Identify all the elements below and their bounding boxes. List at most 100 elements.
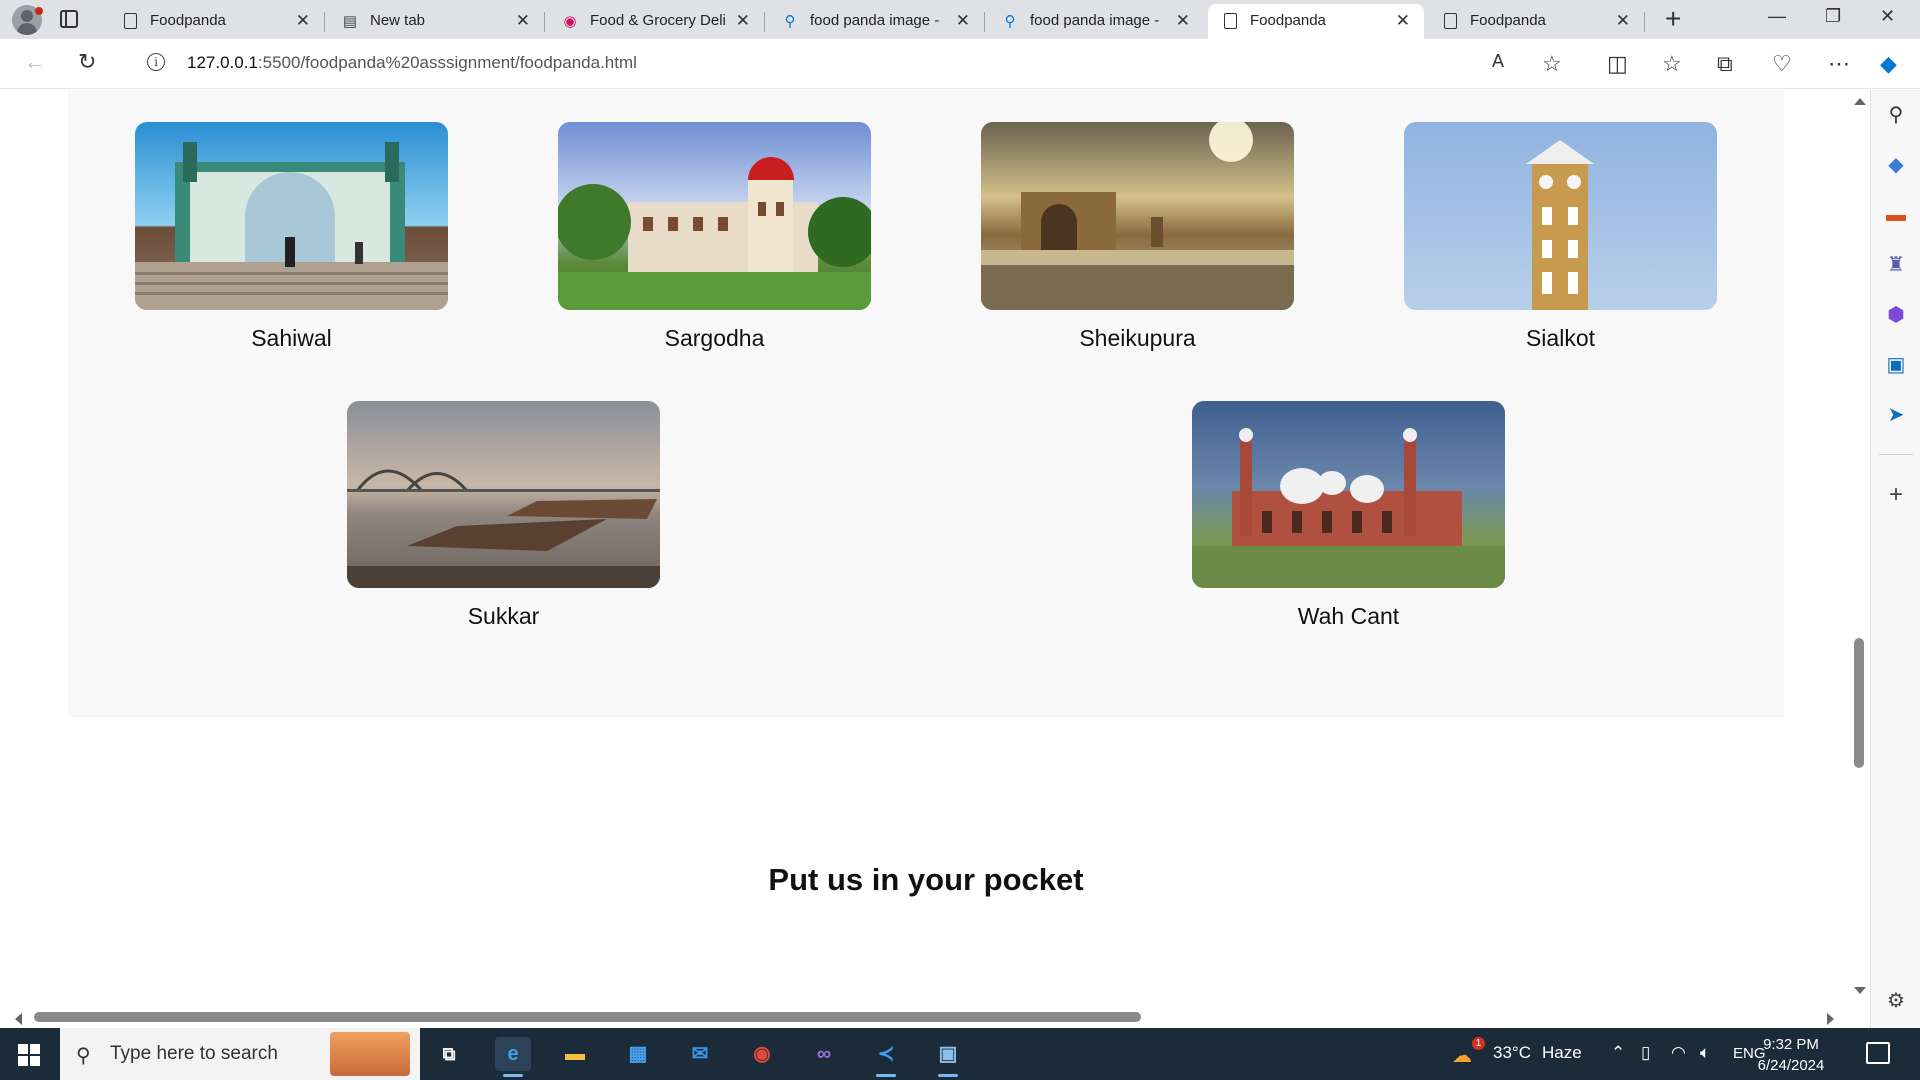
- sidebar-settings-gear-icon[interactable]: ⚙: [1883, 988, 1909, 1014]
- city-name: Sahiwal: [251, 325, 332, 351]
- tab-separator: [764, 12, 765, 32]
- microsoft-store-icon[interactable]: ▦: [620, 1037, 656, 1071]
- device-icon[interactable]: ▯: [1641, 1043, 1650, 1063]
- wifi-icon[interactable]: ◠: [1671, 1043, 1686, 1063]
- tab-search-1[interactable]: ⚲ food panda image - ✕: [768, 4, 985, 39]
- windows-taskbar: ⚲ Type here to search ⧉ e ▬ ▦ ✉ ◉ ∞ ≺ ▣ …: [0, 1028, 1920, 1080]
- task-view-icon[interactable]: ⧉: [431, 1037, 467, 1071]
- close-icon[interactable]: ✕: [956, 11, 970, 31]
- outlook-icon[interactable]: ▣: [1883, 352, 1909, 378]
- close-window-icon[interactable]: ✕: [1880, 6, 1895, 27]
- weather-temp[interactable]: 33°C: [1493, 1043, 1531, 1063]
- microsoft-365-icon[interactable]: ⬢: [1883, 302, 1909, 328]
- page-viewport: Sahiwal Sargodha Sheikupura Sialkot Sukk…: [0, 90, 1870, 1028]
- tools-briefcase-icon[interactable]: ▬: [1883, 202, 1909, 228]
- close-icon[interactable]: ✕: [1616, 11, 1630, 31]
- city-name: Sialkot: [1525, 325, 1596, 351]
- tab-foodpanda-1[interactable]: Foodpanda ✕: [108, 4, 325, 39]
- clock-date: 6/24/2024: [1757, 1057, 1825, 1074]
- tab-foodpanda-3[interactable]: Foodpanda ✕: [1428, 4, 1645, 39]
- city-card-sahiwal[interactable]: Sahiwal: [135, 122, 448, 352]
- newtab-icon: ▤: [342, 13, 358, 30]
- city-card-sargodha[interactable]: Sargodha: [558, 122, 871, 352]
- minimize-icon[interactable]: —: [1768, 6, 1786, 27]
- taskbar-clock[interactable]: 9:32 PM 6/24/2024: [1752, 1034, 1830, 1076]
- restore-icon[interactable]: ❐: [1825, 6, 1841, 27]
- games-icon[interactable]: ♜: [1883, 252, 1909, 278]
- split-screen-icon[interactable]: ◫: [1607, 51, 1628, 77]
- more-menu-icon[interactable]: ⋯: [1828, 51, 1850, 77]
- tab-separator: [984, 12, 985, 32]
- notification-center-icon[interactable]: [1866, 1042, 1890, 1064]
- scroll-right-arrow-icon[interactable]: [1827, 1013, 1834, 1025]
- shopping-tag-icon[interactable]: ◆: [1883, 152, 1909, 178]
- close-icon[interactable]: ✕: [1176, 11, 1190, 31]
- page-icon: [124, 13, 137, 29]
- favorite-star-icon[interactable]: ☆: [1542, 51, 1562, 77]
- close-icon[interactable]: ✕: [736, 11, 750, 31]
- scroll-left-arrow-icon[interactable]: [15, 1013, 22, 1025]
- city-name: Sheikupura: [1079, 325, 1196, 351]
- scroll-down-arrow-icon[interactable]: [1854, 987, 1866, 994]
- read-aloud-icon[interactable]: A: [1492, 51, 1504, 72]
- close-icon[interactable]: ✕: [296, 11, 310, 31]
- horizontal-scroll-thumb[interactable]: [34, 1012, 1141, 1022]
- tab-food-grocery[interactable]: ◉ Food & Grocery Deli ✕: [548, 4, 765, 39]
- weather-desc[interactable]: Haze: [1542, 1043, 1582, 1063]
- tab-new-tab[interactable]: ▤ New tab ✕: [328, 4, 545, 39]
- sidebar-divider: [1879, 454, 1913, 455]
- search-highlight-image: [330, 1032, 410, 1076]
- chrome-icon[interactable]: ◉: [744, 1037, 780, 1071]
- windows-start-icon[interactable]: [18, 1044, 40, 1066]
- weather-icon[interactable]: ☁: [1452, 1043, 1472, 1068]
- back-icon[interactable]: ←: [24, 49, 46, 75]
- taskbar-search-box[interactable]: ⚲ Type here to search: [60, 1028, 420, 1080]
- volume-icon[interactable]: 🔈︎: [1700, 1043, 1710, 1063]
- tab-label: New tab: [370, 12, 426, 29]
- new-tab-button[interactable]: +: [1665, 3, 1681, 35]
- address-bar[interactable]: i 127.0.0.1:5500/foodpanda%20asssignment…: [125, 43, 1580, 83]
- pocket-heading: Put us in your pocket: [768, 862, 1084, 897]
- show-hidden-icons-icon[interactable]: ⌃: [1611, 1043, 1625, 1063]
- tab-foodpanda-active[interactable]: Foodpanda ✕: [1208, 4, 1424, 39]
- close-icon[interactable]: ✕: [1396, 11, 1410, 31]
- add-sidebar-app-icon[interactable]: +: [1883, 482, 1909, 508]
- copilot-icon[interactable]: ◆: [1880, 51, 1897, 77]
- cities-section: Sahiwal Sargodha Sheikupura Sialkot Sukk…: [68, 90, 1784, 717]
- vscode-icon[interactable]: ≺: [868, 1037, 904, 1077]
- scroll-up-arrow-icon[interactable]: [1854, 98, 1866, 105]
- search-icon: ⚲: [784, 13, 796, 30]
- photos-app-icon[interactable]: ▣: [930, 1037, 966, 1077]
- tab-separator: [544, 12, 545, 32]
- close-icon[interactable]: ✕: [516, 11, 530, 31]
- browser-essentials-icon[interactable]: ♡: [1772, 51, 1792, 77]
- visual-studio-icon[interactable]: ∞: [806, 1037, 842, 1071]
- tab-search-2[interactable]: ⚲ food panda image - ✕: [988, 4, 1204, 39]
- favorites-icon[interactable]: ☆: [1662, 51, 1682, 77]
- edge-app-icon[interactable]: e: [495, 1037, 531, 1077]
- drop-send-icon[interactable]: ➤: [1883, 402, 1909, 428]
- tab-label: Food & Grocery Deli: [590, 12, 726, 29]
- collections-icon[interactable]: ⧉: [1717, 51, 1733, 77]
- city-card-sukkar[interactable]: Sukkar: [347, 401, 660, 630]
- city-card-wah-cant[interactable]: Wah Cant: [1192, 401, 1505, 630]
- browser-toolbar: ← ↻ i 127.0.0.1:5500/foodpanda%20asssign…: [0, 39, 1920, 89]
- city-photo: [981, 122, 1294, 310]
- city-name: Sargodha: [664, 325, 765, 351]
- sidebar-search-icon[interactable]: ⚲: [1883, 102, 1909, 128]
- city-card-sialkot[interactable]: Sialkot: [1404, 122, 1717, 352]
- weather-badge: 1: [1472, 1037, 1485, 1050]
- city-name: Sukkar: [467, 603, 540, 629]
- refresh-icon[interactable]: ↻: [78, 49, 96, 75]
- tab-strip: Foodpanda ✕ ▤ New tab ✕ ◉ Food & Grocery…: [0, 0, 1920, 39]
- info-icon[interactable]: i: [147, 53, 165, 71]
- mail-icon[interactable]: ✉: [682, 1037, 718, 1071]
- city-card-sheikupura[interactable]: Sheikupura: [981, 122, 1294, 352]
- vertical-scroll-thumb[interactable]: [1854, 638, 1864, 768]
- search-icon: ⚲: [76, 1045, 91, 1067]
- vertical-scrollbar[interactable]: [1849, 90, 1870, 1010]
- horizontal-scrollbar[interactable]: [0, 1008, 1849, 1028]
- file-explorer-icon[interactable]: ▬: [557, 1037, 593, 1071]
- tab-actions-icon[interactable]: [60, 10, 78, 28]
- url-text[interactable]: 127.0.0.1:5500/foodpanda%20asssignment/f…: [187, 53, 637, 73]
